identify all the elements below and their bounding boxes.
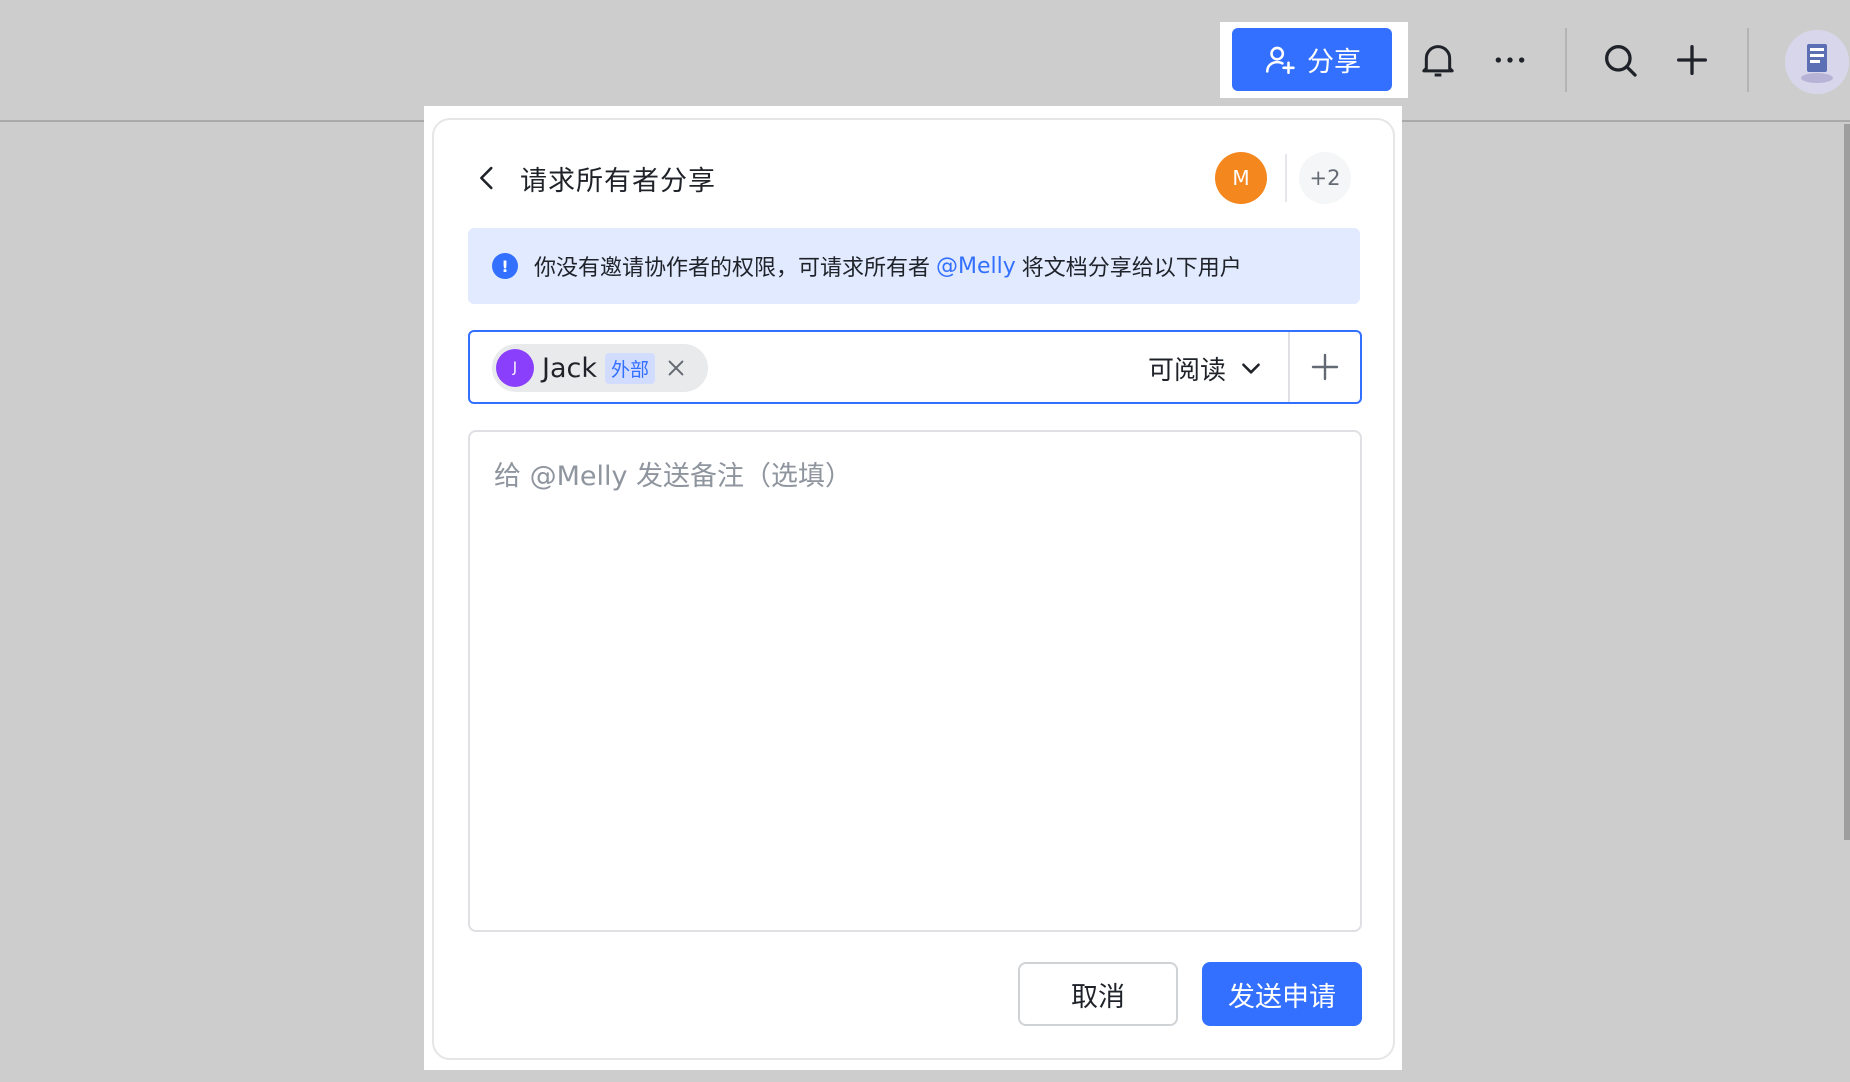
top-bar: 分享: [0, 0, 1850, 122]
invitee-name: Jack: [542, 352, 597, 384]
share-button[interactable]: 分享: [1232, 28, 1392, 91]
chevron-down-icon: [1242, 363, 1260, 374]
search-button[interactable]: [1596, 36, 1644, 84]
input-divider: [1288, 332, 1290, 402]
permission-notice: ! 你没有邀请协作者的权限，可请求所有者 @Melly 将文档分享给以下用户: [468, 228, 1360, 304]
add-user-icon: [1265, 46, 1295, 74]
owner-mention[interactable]: @Melly: [936, 254, 1016, 279]
plus-icon: [1677, 45, 1707, 76]
invitee-chip: J Jack 外部: [492, 344, 708, 392]
user-avatar-icon: [1785, 30, 1849, 94]
notification-button[interactable]: [1414, 36, 1462, 84]
cancel-button[interactable]: 取消: [1018, 962, 1178, 1026]
search-icon: [1605, 45, 1637, 77]
external-tag: 外部: [605, 352, 656, 384]
request-share-dialog: 请求所有者分享 M +2 ! 你没有邀请协作者的权限，可请求所有者 @Melly…: [432, 118, 1395, 1060]
bell-icon: [1422, 45, 1454, 77]
note-textarea[interactable]: [468, 430, 1362, 932]
invitee-input[interactable]: J Jack 外部 可阅读: [468, 330, 1362, 404]
toolbar-divider: [1565, 28, 1567, 92]
info-icon: !: [492, 253, 518, 279]
more-button[interactable]: [1486, 36, 1534, 84]
avatar[interactable]: [1785, 30, 1849, 94]
dialog-header: 请求所有者分享 M +2: [470, 148, 1357, 208]
send-request-button[interactable]: 发送申请: [1202, 962, 1362, 1026]
permission-label: 可阅读: [1147, 355, 1226, 386]
add-invitee-button[interactable]: [1298, 340, 1352, 394]
more-collaborators-badge[interactable]: +2: [1299, 152, 1351, 204]
more-icon: [1495, 57, 1525, 63]
chevron-left-icon[interactable]: [470, 161, 504, 195]
toolbar-divider: [1747, 28, 1749, 92]
permission-dropdown[interactable]: 可阅读: [1148, 344, 1264, 392]
close-icon[interactable]: [665, 357, 687, 379]
dialog-title: 请求所有者分享: [520, 165, 716, 197]
header-divider: [1285, 154, 1287, 202]
share-label: 分享: [1307, 47, 1361, 78]
notice-suffix: 将文档分享给以下用户: [1021, 256, 1242, 281]
invitee-avatar: J: [496, 349, 534, 387]
notice-prefix: 你没有邀请协作者的权限，可请求所有者: [534, 256, 931, 281]
create-button[interactable]: [1668, 36, 1716, 84]
plus-icon: [1311, 353, 1339, 381]
owner-avatar[interactable]: M: [1215, 152, 1267, 204]
scrollbar[interactable]: [1844, 124, 1850, 840]
